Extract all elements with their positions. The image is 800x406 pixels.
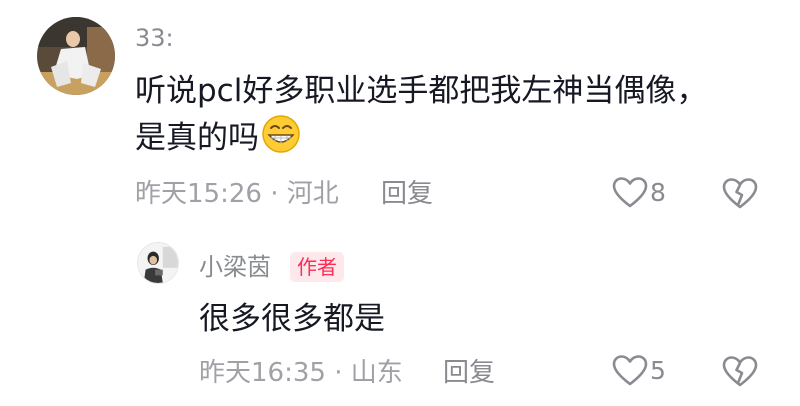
- comment-time-location: 昨天15:26 · 河北: [135, 179, 339, 209]
- commenter-username[interactable]: 33:: [135, 23, 174, 53]
- grinning-face-emoji-icon: [261, 114, 301, 154]
- author-badge: 作者: [290, 252, 344, 282]
- reply-time-location: 昨天16:35 · 山东: [199, 358, 403, 388]
- reply-text: 很多很多都是: [199, 301, 385, 337]
- commenter-avatar[interactable]: [37, 17, 115, 95]
- broken-heart-icon[interactable]: [722, 177, 758, 211]
- heart-outline-icon: [612, 177, 648, 208]
- broken-heart-icon[interactable]: [722, 355, 758, 389]
- comment-reply-button[interactable]: 回复: [381, 178, 433, 210]
- reply-like-button[interactable]: 5: [612, 354, 666, 388]
- reply-like-count: 5: [650, 356, 666, 385]
- heart-outline-icon: [612, 355, 648, 386]
- author-avatar[interactable]: [137, 242, 179, 284]
- comment-text: 听说pcl好多职业选手都把我左神当偶像，是真的吗: [135, 68, 735, 161]
- comment-like-count: 8: [650, 178, 666, 207]
- reply-reply-button[interactable]: 回复: [443, 357, 495, 389]
- comment-text-body: 听说pcl好多职业选手都把我左神当偶像，是真的吗: [135, 73, 708, 156]
- comment-like-button[interactable]: 8: [612, 176, 666, 210]
- author-username[interactable]: 小梁茵: [199, 252, 271, 282]
